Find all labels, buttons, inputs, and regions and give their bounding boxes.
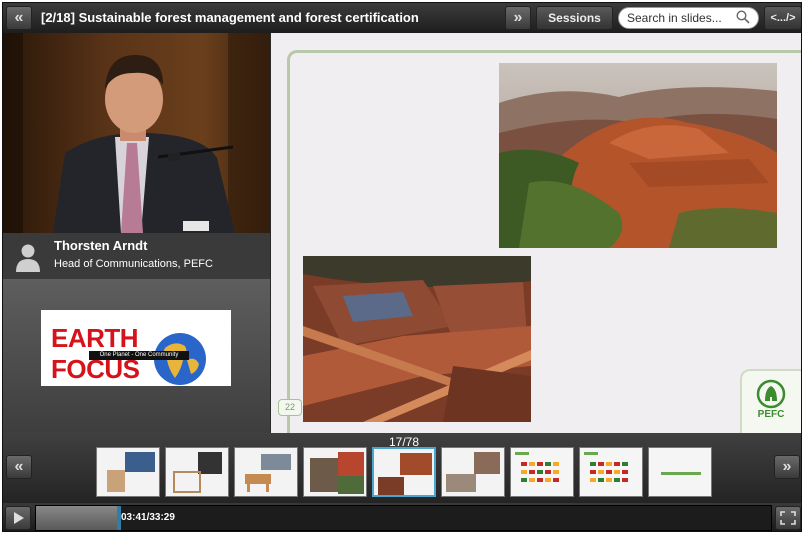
slide-thumbnail-active[interactable] <box>372 447 436 497</box>
slide-thumbnail[interactable] <box>441 447 505 497</box>
search-input[interactable] <box>627 10 735 26</box>
video-lecture-player: « [2/18] Sustainable forest management a… <box>2 2 802 532</box>
progress-bar[interactable]: 03:41/33:29 <box>35 505 772 531</box>
pefc-logo: PEFC <box>740 369 801 433</box>
speaker-video[interactable] <box>3 33 270 233</box>
thumbnail-image <box>511 448 573 496</box>
sponsor-tagline: One Planet - One Community <box>89 351 189 360</box>
play-button[interactable] <box>5 506 31 530</box>
thumbnail-image <box>97 448 159 496</box>
slide-view[interactable]: 22 PEFC <box>271 33 801 433</box>
speaker-role: Head of Communications, PEFC <box>54 258 213 270</box>
slide-thumbnail[interactable] <box>648 447 712 497</box>
talk-title: [2/18] Sustainable forest management and… <box>41 10 419 25</box>
fullscreen-icon <box>780 511 796 525</box>
fullscreen-button[interactable] <box>775 506 801 530</box>
sponsor-area: EARTH FOCUS One Planet - One Community <box>3 279 270 433</box>
sessions-button[interactable]: Sessions <box>536 6 613 30</box>
search-box[interactable] <box>618 7 759 29</box>
slide-page-number: 22 <box>278 399 302 416</box>
person-icon <box>16 244 40 272</box>
progress-fill <box>36 506 117 530</box>
thumbnails-prev-button[interactable]: « <box>6 455 32 479</box>
top-bar: « [2/18] Sustainable forest management a… <box>3 3 801 33</box>
thumbnail-image <box>649 448 711 496</box>
pefc-tree-icon <box>756 379 786 409</box>
slide-thumbnail[interactable] <box>165 447 229 497</box>
speaker-name: Thorsten Arndt <box>54 238 148 253</box>
aerial-mine-image <box>303 256 531 422</box>
pefc-label: PEFC <box>757 409 785 420</box>
thumbnail-image <box>374 449 434 495</box>
speaker-video-frame <box>3 33 270 233</box>
previous-talk-button[interactable]: « <box>6 6 32 30</box>
slide-photo-mining-aerial <box>303 256 531 422</box>
slide-thumbnail[interactable] <box>96 447 160 497</box>
time-display: 03:41/33:29 <box>121 512 175 523</box>
thumbnail-image <box>235 448 297 496</box>
embed-code-button[interactable]: <.../> <box>764 6 801 30</box>
slide-thumbnail[interactable] <box>303 447 367 497</box>
thumbnail-image <box>580 448 642 496</box>
slide-thumbnail[interactable] <box>234 447 298 497</box>
playback-bar: 03:41/33:29 <box>3 503 801 531</box>
mining-landscape-image <box>499 63 777 248</box>
play-icon <box>14 512 24 524</box>
slide-thumbnail[interactable] <box>510 447 574 497</box>
slide-photo-mining-hillside <box>499 63 777 248</box>
thumbnails-next-button[interactable]: » <box>774 455 800 479</box>
thumbnail-image <box>304 448 366 496</box>
slide-thumbnail-strip: « 17/78 » <box>3 433 801 503</box>
speaker-info: Thorsten Arndt Head of Communications, P… <box>3 233 270 279</box>
search-icon[interactable] <box>736 10 750 24</box>
earth-focus-logo[interactable]: EARTH FOCUS One Planet - One Community <box>41 310 231 386</box>
thumbnail-image <box>442 448 504 496</box>
next-talk-button[interactable]: » <box>505 6 531 30</box>
thumbnail-image <box>166 448 228 496</box>
slide-thumbnail[interactable] <box>579 447 643 497</box>
